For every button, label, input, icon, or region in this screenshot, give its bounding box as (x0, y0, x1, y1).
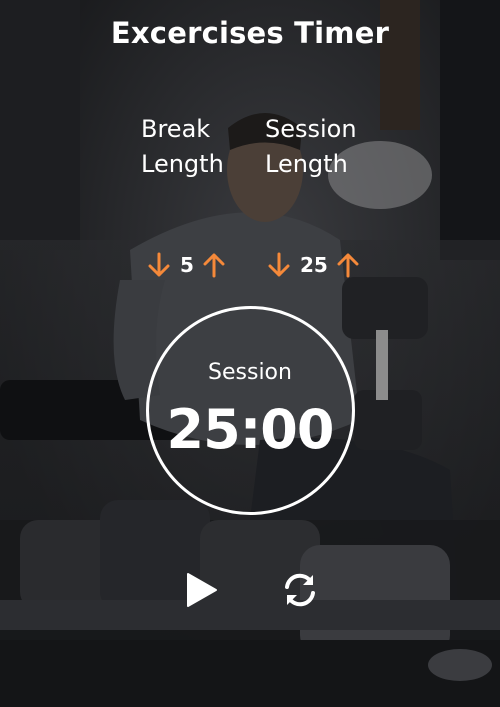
timer-label: Session (208, 360, 292, 385)
break-length-value: 5 (180, 253, 194, 277)
session-length-controls: 25 (266, 251, 361, 279)
app-title: Excercises Timer (110, 16, 390, 50)
break-length-label: Break Length (141, 115, 224, 178)
session-length-value: 25 (300, 253, 328, 277)
refresh-icon[interactable] (280, 570, 320, 610)
timer-app: Excercises Timer Break Length Session Le… (0, 0, 500, 707)
play-icon[interactable] (182, 570, 222, 610)
arrow-up-icon[interactable] (335, 251, 361, 279)
timer-display: 25:00 (166, 398, 335, 461)
break-length-controls: 5 (146, 251, 227, 279)
arrow-down-icon[interactable] (146, 251, 172, 279)
arrow-up-icon[interactable] (201, 251, 227, 279)
arrow-down-icon[interactable] (266, 251, 292, 279)
session-length-label: Session Length (265, 115, 357, 178)
